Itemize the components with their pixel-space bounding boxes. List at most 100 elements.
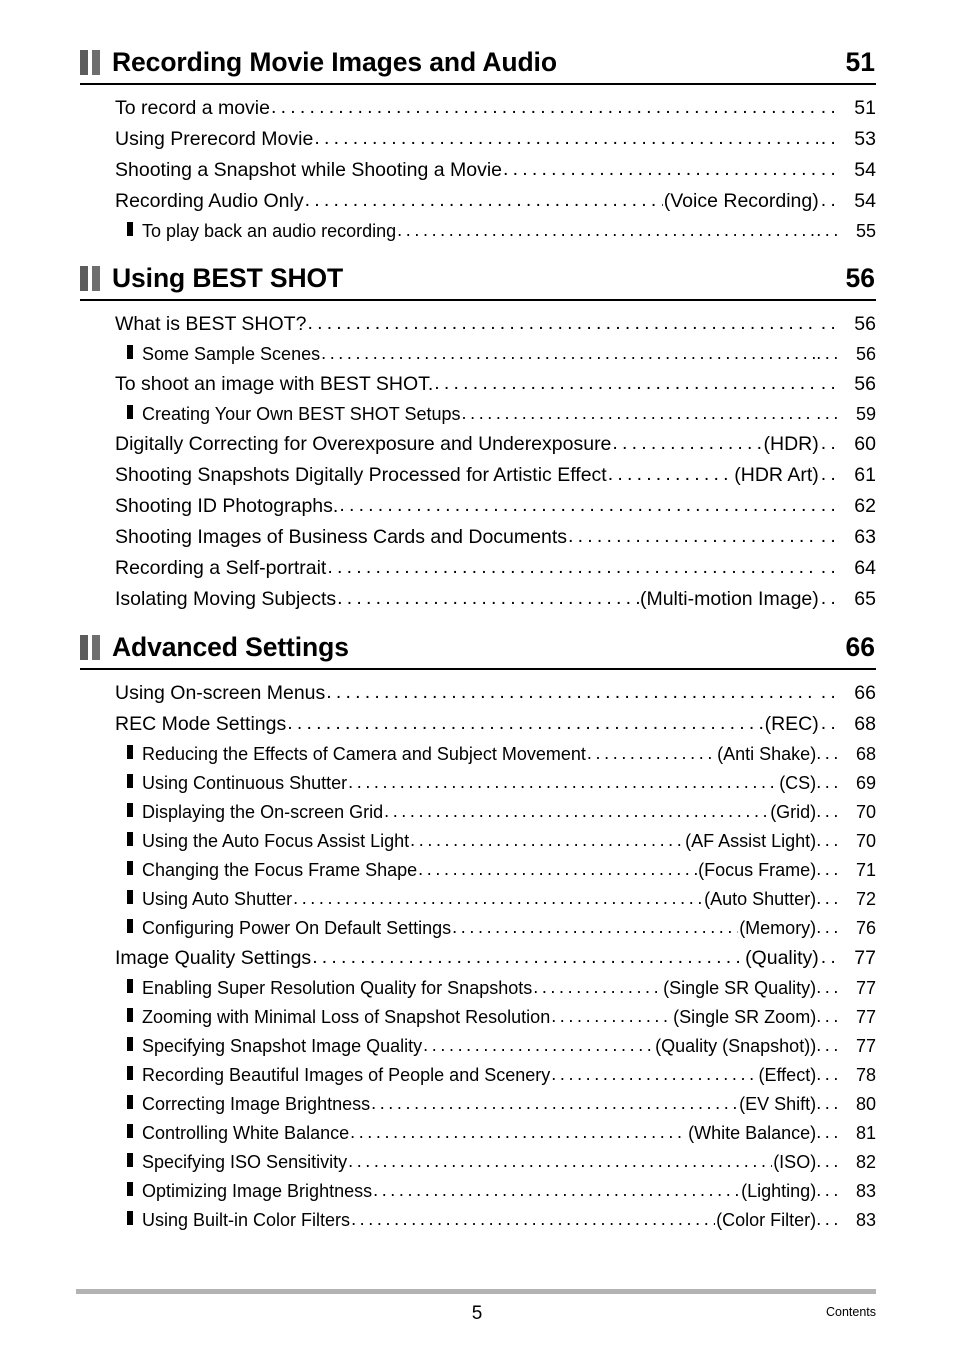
toc-entry-setting-name: (Lighting) — [741, 1181, 817, 1201]
leader-dots: ........................................… — [351, 1209, 716, 1229]
toc-entry[interactable]: Image Quality Settings..................… — [80, 943, 876, 974]
toc-entry[interactable]: Digitally Correcting for Overexposure an… — [80, 429, 876, 460]
double-bar-icon — [80, 265, 102, 291]
toc-entry[interactable]: Recording a Self-portrait...............… — [80, 553, 876, 584]
toc-entry-page-number: 77 — [854, 947, 876, 969]
leader-dots-tail: .. — [820, 712, 840, 734]
leader-dots: ........................................… — [287, 712, 763, 734]
toc-entry[interactable]: Reducing the Effects of Camera and Subje… — [80, 740, 876, 769]
toc-entry-label: Using On-screen Menus — [115, 682, 326, 704]
toc-entry[interactable]: Using On-screen Menus...................… — [80, 678, 876, 709]
toc-entry[interactable]: Changing the Focus Frame Shape..........… — [80, 856, 876, 885]
toc-entry-page-number: 56 — [854, 373, 876, 395]
toc-entry-setting-name: (Single SR Quality) — [663, 978, 817, 998]
toc-entry[interactable]: REC Mode Settings.......................… — [80, 709, 876, 740]
toc-entry[interactable]: Shooting ID Photographs.................… — [80, 491, 876, 522]
toc-entry[interactable]: Shooting Images of Business Cards and Do… — [80, 522, 876, 553]
leader-dots: ........................................… — [350, 1122, 687, 1142]
toc-entry-label: Using Continuous Shutter — [142, 773, 348, 793]
toc-entry-label: Changing the Focus Frame Shape — [142, 860, 418, 880]
toc-entry[interactable]: Recording Audio Only....................… — [80, 186, 876, 217]
toc-entry-setting-name: (Memory) — [739, 918, 817, 938]
toc-entry-label: Image Quality Settings — [115, 947, 312, 969]
leader-dots-tail: ... — [816, 917, 842, 937]
toc-entry[interactable]: Enabling Super Resolution Quality for Sn… — [80, 974, 876, 1003]
toc-entry[interactable]: Some Sample Scenes......................… — [80, 340, 876, 369]
leader-dots-tail: ... — [816, 220, 842, 240]
leader-dots-tail: ... — [816, 830, 842, 850]
toc-entry[interactable]: Controlling White Balance...............… — [80, 1119, 876, 1148]
leader-dots-tail: ... — [816, 1151, 842, 1171]
toc-section-title: Advanced Settings — [112, 632, 349, 662]
leader-dots-tail: .. — [820, 463, 840, 485]
toc-entry[interactable]: Recording Beautiful Images of People and… — [80, 1061, 876, 1090]
toc-entry[interactable]: Specifying Snapshot Image Quality.......… — [80, 1032, 876, 1061]
toc-entry-label: Correcting Image Brightness — [142, 1094, 371, 1114]
square-bullet-icon — [127, 1182, 133, 1196]
toc-entry-label: To shoot an image with BEST SHOT. — [115, 373, 434, 395]
toc-entry-page-number: 55 — [855, 221, 876, 241]
leader-dots: ........................................… — [339, 494, 817, 516]
toc-entry-label: Recording Beautiful Images of People and… — [142, 1065, 551, 1085]
leader-dots-tail: ... — [816, 1006, 842, 1026]
double-bar-icon — [80, 49, 102, 75]
toc-entry[interactable]: Using the Auto Focus Assist Light.......… — [80, 827, 876, 856]
toc-entry-setting-name: (CS) — [779, 773, 817, 793]
toc-entry[interactable]: Using Continuous Shutter................… — [80, 769, 876, 798]
square-bullet-icon — [127, 1008, 133, 1022]
toc-entry[interactable]: Isolating Moving Subjects...............… — [80, 584, 876, 615]
toc-entry-label: Using Prerecord Movie — [115, 128, 314, 150]
toc-entry[interactable]: To shoot an image with BEST SHOT........… — [80, 369, 876, 400]
toc-section-header[interactable]: Advanced Settings 66 — [80, 629, 876, 670]
square-bullet-icon — [127, 1124, 133, 1138]
toc-entry[interactable]: Using Auto Shutter......................… — [80, 885, 876, 914]
toc-entry-label: To record a movie — [115, 97, 270, 119]
square-bullet-icon — [127, 803, 133, 817]
toc-section-page-number: 56 — [845, 263, 875, 293]
toc-entry[interactable]: Displaying the On-screen Grid...........… — [80, 798, 876, 827]
toc-entry-label: Using Auto Shutter — [142, 889, 293, 909]
toc-section: Recording Movie Images and Audio 51 To rec… — [80, 44, 876, 254]
toc-entry-setting-name: (White Balance) — [688, 1123, 817, 1143]
toc-entry[interactable]: Optimizing Image Brightness.............… — [80, 1177, 876, 1206]
toc-entry-page-number: 68 — [855, 744, 876, 764]
toc-entry[interactable]: Shooting Snapshots Digitally Processed f… — [80, 460, 876, 491]
toc-entry[interactable]: Using Built-in Color Filters............… — [80, 1206, 876, 1235]
leader-dots-tail: ... — [816, 1122, 842, 1142]
toc-entry-label: Recording Audio Only — [115, 190, 304, 212]
toc-entry[interactable]: Correcting Image Brightness.............… — [80, 1090, 876, 1119]
toc-entry-label: Enabling Super Resolution Quality for Sn… — [142, 978, 533, 998]
toc-entry[interactable]: Shooting a Snapshot while Shooting a Mov… — [80, 155, 876, 186]
toc-entry-page-number: 77 — [855, 978, 876, 998]
toc-entry-label: REC Mode Settings — [115, 713, 287, 735]
square-bullet-icon — [127, 774, 133, 788]
toc-entry[interactable]: Configuring Power On Default Settings...… — [80, 914, 876, 943]
toc-entry-setting-name: (HDR Art) — [734, 464, 819, 486]
leader-dots: ........................................… — [423, 1035, 654, 1055]
toc-entry-page-number: 56 — [855, 344, 876, 364]
toc-entry-setting-name: (Voice Recording) — [663, 190, 819, 212]
toc-entry[interactable]: To record a movie.......................… — [80, 93, 876, 124]
toc-entry-setting-name: (Anti Shake) — [717, 744, 817, 764]
toc-entry-page-number: 66 — [854, 682, 876, 704]
square-bullet-icon — [127, 861, 133, 875]
toc-entry[interactable]: Zooming with Minimal Loss of Snapshot Re… — [80, 1003, 876, 1032]
leader-dots: ........................................… — [452, 917, 739, 937]
square-bullet-icon — [127, 1095, 133, 1109]
toc-entry[interactable]: To play back an audio recording.........… — [80, 217, 876, 246]
toc-entry[interactable]: What is BEST SHOT?......................… — [80, 309, 876, 340]
toc-section-header[interactable]: Recording Movie Images and Audio 51 — [80, 44, 876, 85]
leader-dots: ........................................… — [307, 312, 818, 334]
leader-dots: ........................................… — [348, 1151, 772, 1171]
square-bullet-icon — [127, 405, 133, 419]
toc-entry[interactable]: Using Prerecord Movie...................… — [80, 124, 876, 155]
leader-dots: ........................................… — [551, 1064, 758, 1084]
leader-dots-tail: ... — [816, 343, 842, 363]
toc-section-header[interactable]: Using BEST SHOT 56 — [80, 260, 876, 301]
toc-entry[interactable]: Creating Your Own BEST SHOT Setups......… — [80, 400, 876, 429]
leader-dots: ........................................… — [270, 96, 818, 118]
leader-dots-tail: ... — [816, 772, 842, 792]
leader-dots-tail: .. — [820, 372, 840, 394]
toc-entry-page-number: 81 — [855, 1123, 876, 1143]
toc-entry[interactable]: Specifying ISO Sensitivity..............… — [80, 1148, 876, 1177]
